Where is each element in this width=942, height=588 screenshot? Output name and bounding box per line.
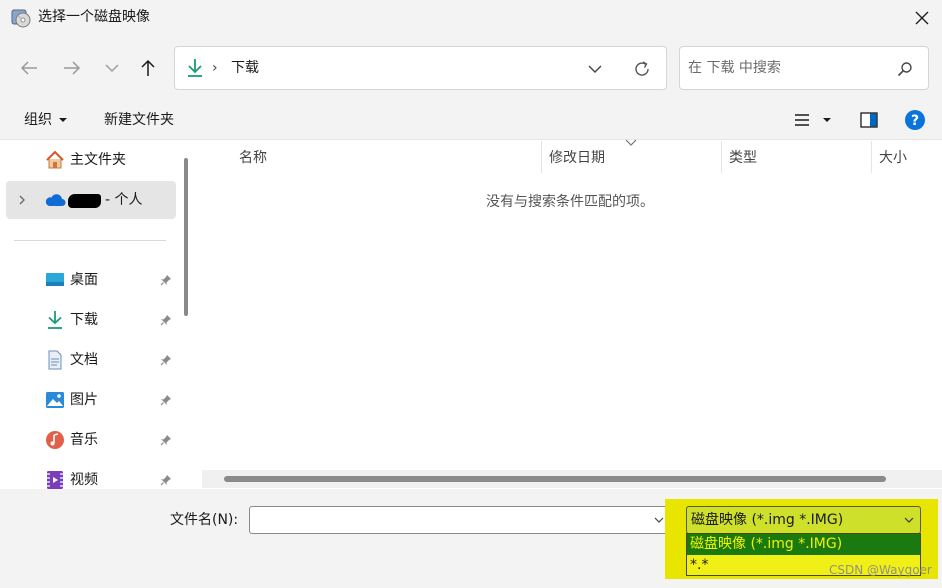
column-divider[interactable] (871, 141, 872, 173)
desktop-icon (45, 270, 65, 290)
search-button[interactable] (894, 58, 916, 80)
caret-down-icon (823, 118, 831, 122)
chevron-down-icon (105, 64, 119, 72)
column-divider[interactable] (721, 141, 722, 173)
list-view-icon (795, 114, 809, 126)
caret-down-icon (58, 110, 70, 130)
sidebar-item-label: 桌面 (70, 272, 98, 288)
pin-icon[interactable] (159, 393, 173, 407)
chevron-down-icon (904, 517, 914, 523)
horizontal-scrollbar-thumb[interactable] (224, 476, 886, 482)
document-icon (45, 350, 65, 370)
sidebar-item-label: 图片 (70, 392, 98, 408)
filename-label: 文件名(N): (170, 512, 239, 528)
expand-chevron-icon[interactable] (18, 191, 30, 209)
sort-descending-icon (624, 138, 638, 148)
view-options-button[interactable] (790, 108, 814, 132)
search-input[interactable] (688, 56, 878, 80)
column-header-type[interactable]: 类型 (729, 148, 757, 168)
sidebar-item-videos[interactable]: 视频 (40, 462, 180, 489)
sidebar-item-label: 主文件夹 (70, 152, 126, 168)
column-divider[interactable] (541, 141, 542, 173)
up-button[interactable] (134, 52, 162, 84)
column-header-date-modified[interactable]: 修改日期 (549, 148, 605, 168)
arrow-left-icon (20, 61, 37, 75)
sidebar-divider (14, 240, 166, 241)
refresh-icon (635, 61, 649, 76)
sidebar-item-label: 文档 (70, 352, 98, 368)
preview-pane-icon (860, 112, 878, 128)
sidebar-item-label: 下载 (70, 312, 98, 328)
sidebar-item-label: 音乐 (70, 432, 98, 448)
sidebar-item-pictures[interactable]: 图片 (40, 382, 180, 418)
arrow-up-icon (141, 59, 155, 76)
file-type-selected-value: 磁盘映像 (*.img *.IMG) (691, 512, 844, 528)
sidebar-item-label: - 个人 (105, 192, 143, 208)
breadcrumb-separator: › (212, 60, 218, 76)
view-options-dropdown[interactable] (820, 108, 834, 132)
home-icon (45, 150, 65, 170)
file-type-dropdown-button[interactable] (902, 510, 916, 530)
chevron-down-icon (588, 65, 602, 73)
recent-locations-button[interactable] (98, 52, 126, 84)
pictures-icon (45, 390, 65, 410)
music-icon (45, 430, 65, 450)
column-header-size[interactable]: 大小 (879, 148, 907, 168)
pin-icon[interactable] (159, 433, 173, 447)
search-icon (897, 62, 912, 77)
preview-pane-button[interactable] (857, 108, 881, 132)
video-icon (45, 470, 65, 489)
back-button[interactable] (15, 52, 43, 84)
pin-icon[interactable] (159, 273, 173, 287)
watermark: CSDN @Waygoer (829, 563, 932, 577)
empty-state-message: 没有与搜索条件匹配的项。 (486, 194, 654, 210)
sidebar-item-home[interactable]: 主文件夹 (40, 142, 180, 178)
new-folder-button[interactable]: 新建文件夹 (104, 110, 174, 130)
pin-icon[interactable] (159, 473, 173, 487)
breadcrumb-downloads[interactable]: 下载 (231, 58, 259, 78)
column-header-name[interactable]: 名称 (239, 148, 267, 168)
sidebar-item-music[interactable]: 音乐 (40, 422, 180, 458)
download-icon (45, 310, 65, 330)
close-button[interactable] (902, 2, 942, 34)
pin-icon[interactable] (159, 313, 173, 327)
refresh-button[interactable] (628, 56, 656, 82)
redacted-username (68, 194, 101, 208)
organize-button[interactable]: 组织 (24, 110, 52, 130)
chevron-down-icon (654, 517, 664, 523)
filename-input[interactable] (255, 509, 645, 531)
onedrive-cloud-icon (44, 191, 66, 209)
sidebar-item-label: 视频 (70, 472, 98, 488)
sidebar-item-documents[interactable]: 文档 (40, 342, 180, 378)
file-type-option-disk-image[interactable]: 磁盘映像 (*.img *.IMG) (687, 534, 920, 555)
sidebar-item-desktop[interactable]: 桌面 (40, 262, 180, 298)
address-history-button[interactable] (584, 58, 606, 80)
sidebar-scrollbar[interactable] (184, 158, 188, 316)
help-button[interactable]: ? (903, 108, 927, 132)
disc-image-app-icon (10, 7, 32, 29)
window-title: 选择一个磁盘映像 (38, 9, 150, 25)
filename-history-button[interactable] (652, 510, 666, 530)
svg-text:?: ? (911, 113, 919, 129)
forward-button[interactable] (58, 52, 86, 84)
help-icon: ? (905, 110, 925, 130)
pin-icon[interactable] (159, 353, 173, 367)
close-icon (915, 11, 929, 25)
sidebar-item-downloads[interactable]: 下载 (40, 302, 180, 338)
download-icon (186, 57, 204, 79)
arrow-right-icon (64, 61, 81, 75)
